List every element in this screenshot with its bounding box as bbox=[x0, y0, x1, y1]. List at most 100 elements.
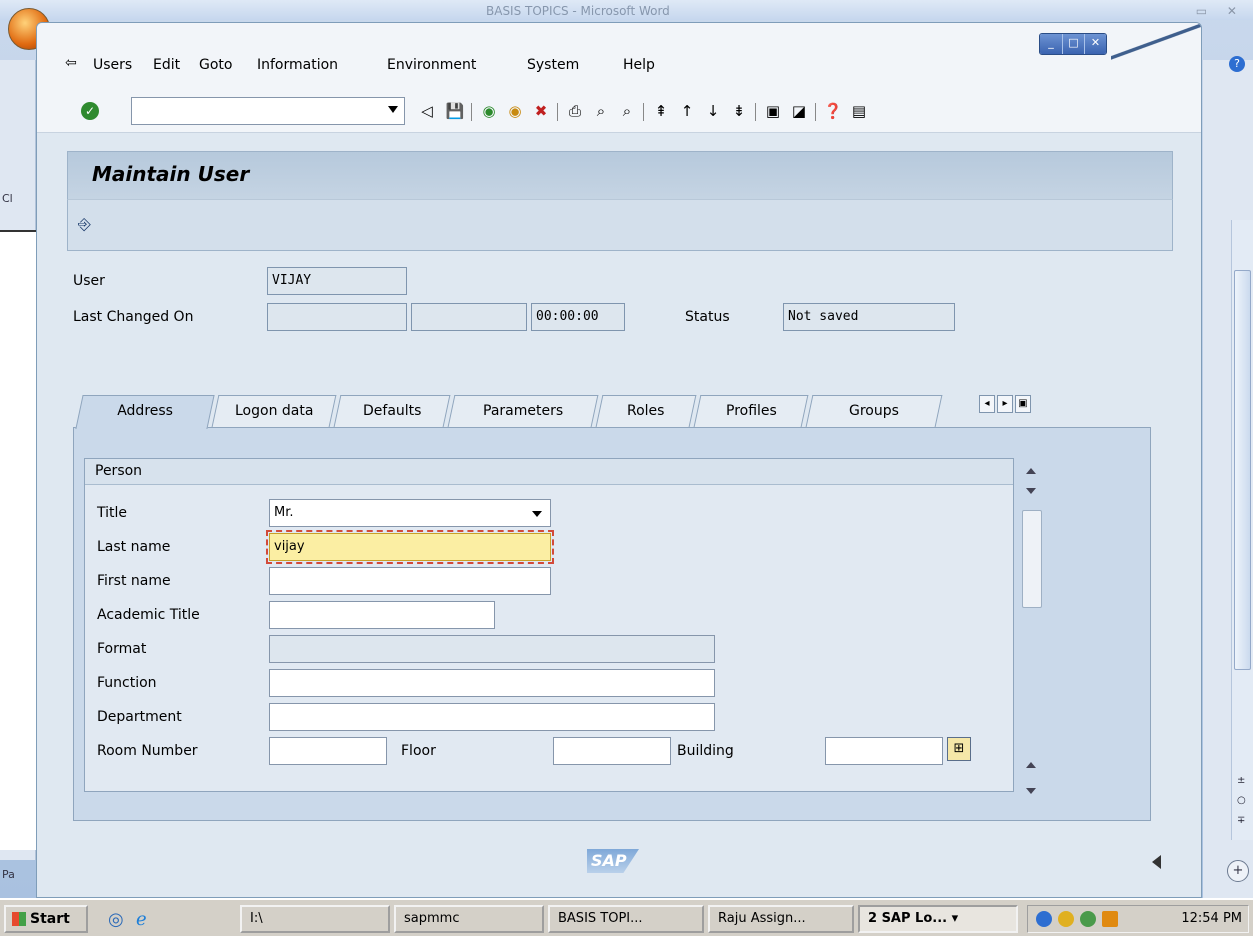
task-sap-logon[interactable]: 2 SAP Lo... ▾ bbox=[858, 905, 1018, 933]
last-page-icon[interactable]: ⇟ bbox=[729, 101, 749, 121]
cancel-icon[interactable]: ✖ bbox=[531, 101, 551, 121]
system-tray: 12:54 PM bbox=[1027, 905, 1249, 933]
next-page-icon[interactable]: ∓ bbox=[1237, 815, 1245, 826]
next-page-icon[interactable]: ↓ bbox=[703, 101, 723, 121]
task-drive[interactable]: I:\ bbox=[240, 905, 390, 933]
more-address-icon[interactable]: ⊞ bbox=[947, 737, 971, 761]
create-session-icon[interactable]: ▣ bbox=[763, 101, 783, 121]
security-shield-icon[interactable] bbox=[1058, 911, 1074, 927]
find-next-icon[interactable]: ⌕ bbox=[617, 101, 637, 121]
tab-defaults[interactable]: Defaults bbox=[333, 395, 451, 427]
maximize-button[interactable]: □ bbox=[1062, 34, 1084, 54]
other-user-icon[interactable]: ⎆ bbox=[78, 214, 91, 234]
department-input[interactable] bbox=[269, 703, 715, 731]
help-tray-icon[interactable] bbox=[1036, 911, 1052, 927]
menu-system[interactable]: System bbox=[527, 57, 579, 73]
help-icon[interactable]: ? bbox=[1229, 56, 1245, 72]
back-icon[interactable]: ◉ bbox=[479, 101, 499, 121]
status-toggle-icon[interactable] bbox=[1152, 855, 1161, 869]
user-field: VIJAY bbox=[267, 267, 407, 295]
shortcut-icon[interactable]: ◪ bbox=[789, 101, 809, 121]
title-dropdown[interactable]: Mr. bbox=[269, 499, 551, 527]
tab-logon-data[interactable]: Logon data bbox=[211, 395, 337, 427]
last-name-input[interactable]: vijay bbox=[266, 530, 554, 564]
close-button[interactable]: ✕ bbox=[1084, 34, 1106, 54]
scroll-up-icon[interactable] bbox=[1026, 468, 1036, 474]
user-label: User bbox=[73, 273, 105, 289]
toolbar-separator bbox=[815, 103, 816, 121]
building-input[interactable] bbox=[825, 737, 943, 765]
minimize-button[interactable]: _ bbox=[1040, 34, 1062, 54]
tab-scroll-right-button[interactable]: ▸ bbox=[997, 395, 1013, 413]
print-icon[interactable]: ⎙ bbox=[565, 101, 585, 121]
menu-environment[interactable]: Environment bbox=[387, 57, 476, 73]
menu-edit[interactable]: Edit bbox=[153, 57, 180, 73]
menu-information[interactable]: Information bbox=[257, 57, 338, 73]
enter-check-icon[interactable]: ✓ bbox=[81, 102, 99, 120]
help-icon[interactable]: ❓ bbox=[823, 101, 843, 121]
department-label: Department bbox=[97, 709, 182, 725]
standard-toolbar: ✓ ◁ 💾 ◉ ◉ ✖ ⎙ ⌕ ⌕ ⇞ ↑ ↓ ⇟ ▣ ◪ ❓ ▤ bbox=[37, 91, 1201, 133]
title-bar: Maintain User bbox=[67, 151, 1173, 199]
tab-profiles[interactable]: Profiles bbox=[693, 395, 809, 427]
function-label: Function bbox=[97, 675, 157, 691]
function-input[interactable] bbox=[269, 669, 715, 697]
tab-roles[interactable]: Roles bbox=[595, 395, 697, 427]
building-label: Building bbox=[677, 743, 734, 759]
sap-tray-icon[interactable] bbox=[1102, 911, 1118, 927]
chevron-down-icon[interactable] bbox=[532, 511, 542, 517]
status-label: Status bbox=[685, 309, 730, 325]
last-changed-date-field bbox=[267, 303, 407, 331]
word-vertical-scrollbar[interactable]: ± ○ ∓ bbox=[1231, 220, 1253, 840]
title-value: Mr. bbox=[274, 505, 294, 520]
layout-menu-icon[interactable]: ▤ bbox=[849, 101, 869, 121]
task-raju-assign[interactable]: Raju Assign... bbox=[708, 905, 854, 933]
save-icon[interactable]: 💾 bbox=[445, 101, 465, 121]
first-name-input[interactable] bbox=[269, 567, 551, 595]
network-icon[interactable] bbox=[1080, 911, 1096, 927]
tab-parameters[interactable]: Parameters bbox=[447, 395, 599, 427]
word-window-controls[interactable]: ▭ ✕ bbox=[1196, 4, 1245, 18]
toolbar-separator bbox=[471, 103, 472, 121]
exit-icon[interactable]: ◉ bbox=[505, 101, 525, 121]
scroll-down-icon[interactable] bbox=[1026, 488, 1036, 494]
task-sapmmc[interactable]: sapmmc bbox=[394, 905, 544, 933]
academic-title-input[interactable] bbox=[269, 601, 495, 629]
tab-address[interactable]: Address bbox=[75, 395, 215, 429]
panel-scroll-thumb[interactable] bbox=[1022, 510, 1042, 608]
floor-input[interactable] bbox=[553, 737, 671, 765]
tab-list-button[interactable]: ▣ bbox=[1015, 395, 1031, 413]
prev-page-icon[interactable]: ± bbox=[1237, 775, 1245, 786]
history-back-icon[interactable]: ◁ bbox=[417, 101, 437, 121]
system-menu-icon[interactable]: ⇦ bbox=[65, 55, 77, 71]
title-label: Title bbox=[97, 505, 128, 521]
room-number-input[interactable] bbox=[269, 737, 387, 765]
academic-title-label: Academic Title bbox=[97, 607, 200, 623]
menu-help[interactable]: Help bbox=[623, 57, 655, 73]
word-document-area bbox=[0, 230, 36, 850]
quicklaunch-ie-icon[interactable]: ℯ bbox=[136, 909, 147, 930]
find-icon[interactable]: ⌕ bbox=[591, 101, 611, 121]
application-toolbar: ⎆ bbox=[67, 199, 1173, 251]
first-page-icon[interactable]: ⇞ bbox=[651, 101, 671, 121]
menu-users[interactable]: Users bbox=[93, 57, 132, 73]
scroll-page-up-icon[interactable] bbox=[1026, 762, 1036, 768]
word-scroll-thumb[interactable] bbox=[1234, 270, 1251, 670]
select-browse-icon[interactable]: ○ bbox=[1237, 795, 1246, 806]
person-group: Person Title Mr. Last name vijay First n… bbox=[84, 458, 1014, 792]
zoom-in-icon[interactable]: + bbox=[1227, 860, 1249, 882]
word-left-label: Cl bbox=[2, 192, 13, 205]
menu-goto[interactable]: Goto bbox=[199, 57, 232, 73]
start-button[interactable]: Start bbox=[4, 905, 88, 933]
command-dropdown-arrow[interactable] bbox=[388, 106, 398, 113]
person-group-title: Person bbox=[85, 459, 1013, 485]
scroll-page-down-icon[interactable] bbox=[1026, 788, 1036, 794]
command-field[interactable] bbox=[131, 97, 405, 125]
room-number-label: Room Number bbox=[97, 743, 198, 759]
status-field: Not saved bbox=[783, 303, 955, 331]
tab-scroll-left-button[interactable]: ◂ bbox=[979, 395, 995, 413]
task-basis-topics[interactable]: BASIS TOPI... bbox=[548, 905, 704, 933]
quicklaunch-desktop-icon[interactable]: ◎ bbox=[108, 909, 124, 930]
tab-groups[interactable]: Groups bbox=[805, 395, 943, 427]
previous-page-icon[interactable]: ↑ bbox=[677, 101, 697, 121]
